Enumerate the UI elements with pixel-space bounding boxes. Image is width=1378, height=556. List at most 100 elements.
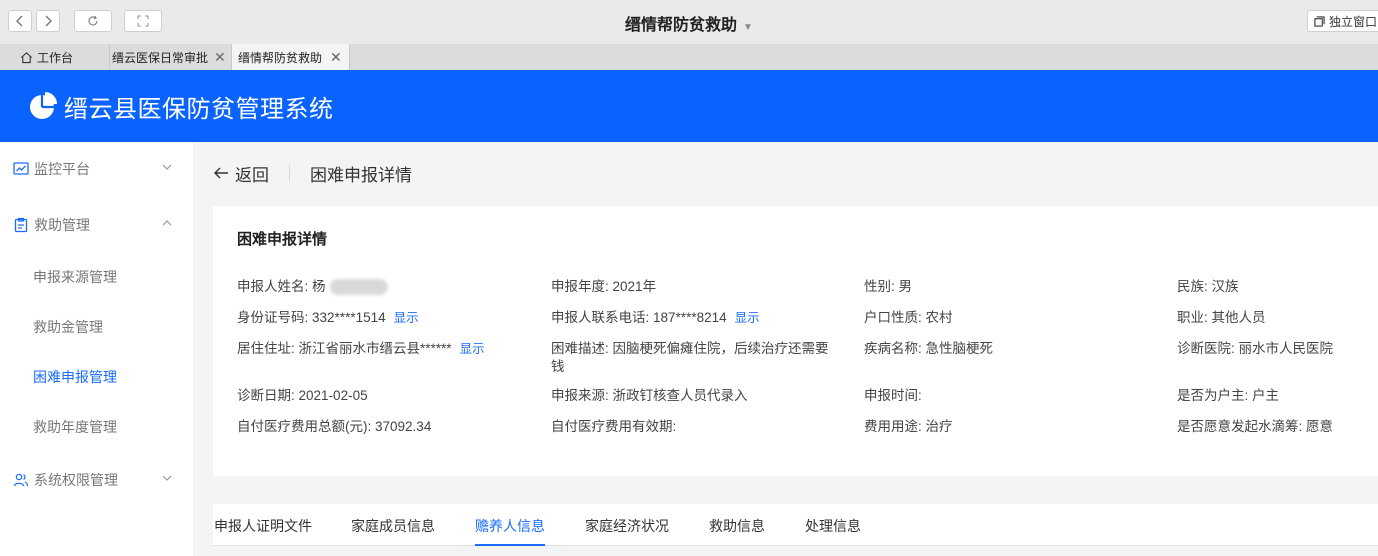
redacted-name-blur bbox=[329, 279, 388, 296]
tab-label: 家庭经济状况 bbox=[585, 518, 669, 534]
show-phone-link[interactable]: 显示 bbox=[735, 311, 760, 325]
field-label: 居住住址: bbox=[237, 341, 295, 356]
home-icon bbox=[21, 51, 32, 63]
sidebar-item-fund-management[interactable]: 救助金管理 bbox=[0, 307, 193, 347]
card-title: 困难申报详情 bbox=[237, 231, 328, 248]
field-value: 愿意 bbox=[1306, 419, 1334, 434]
standalone-window-button[interactable]: 独立窗口 bbox=[1307, 10, 1378, 32]
chevron-up-icon bbox=[162, 220, 172, 226]
sidebar-group-label: 系统权限管理 bbox=[34, 472, 118, 488]
chevron-down-icon bbox=[162, 164, 172, 170]
field-hospital: 诊断医院: 丽水市人民医院 bbox=[1177, 340, 1333, 358]
sidebar-item-label: 困难申报管理 bbox=[33, 369, 117, 385]
field-fee-usage: 费用用途: 治疗 bbox=[864, 418, 953, 436]
field-self-paid-validity: 自付医疗费用有效期: bbox=[551, 418, 676, 436]
clipboard-icon bbox=[14, 217, 28, 233]
sidebar-item-label: 申报来源管理 bbox=[33, 269, 117, 285]
field-id-number: 身份证号码: 332****1514 显示 bbox=[237, 309, 419, 327]
field-value: 浙政钉核查人员代录入 bbox=[612, 388, 748, 403]
tab-family-economy[interactable]: 家庭经济状况 bbox=[585, 516, 669, 546]
field-difficulty: 困难描述: 因脑梗死偏瘫住院，后续治疗还需要钱 bbox=[551, 340, 841, 376]
field-label: 职业: bbox=[1177, 310, 1208, 325]
back-button[interactable]: 返回 bbox=[213, 161, 269, 186]
page-header: 返回 困难申报详情 bbox=[213, 158, 412, 188]
window-title[interactable]: 缙情帮防贫救助 ▼ bbox=[0, 11, 1378, 35]
standalone-label: 独立窗口 bbox=[1329, 14, 1378, 29]
tab-supporter-info[interactable]: 赡养人信息 bbox=[475, 516, 545, 546]
tab-label: 赡养人信息 bbox=[475, 518, 545, 534]
browser-titlebar: 缙情帮防贫救助 ▼ 独立窗口 bbox=[0, 0, 1378, 44]
sidebar-group-monitoring[interactable]: 监控平台 bbox=[0, 149, 193, 189]
system-title: 缙云县医保防贫管理系统 bbox=[64, 95, 334, 123]
field-applicant-name: 申报人姓名: 杨 bbox=[237, 278, 388, 296]
field-ethnicity: 民族: 汉族 bbox=[1177, 278, 1239, 296]
sidebar-item-source-management[interactable]: 申报来源管理 bbox=[0, 257, 193, 297]
field-value: 农村 bbox=[925, 310, 953, 325]
field-year: 申报年度: 2021年 bbox=[551, 278, 656, 296]
field-label: 申报来源: bbox=[551, 388, 609, 403]
divider bbox=[289, 165, 290, 181]
field-report-time: 申报时间: bbox=[864, 387, 922, 405]
sidebar-item-label: 救助金管理 bbox=[33, 319, 103, 335]
field-occupation: 职业: 其他人员 bbox=[1177, 309, 1266, 327]
tab-label: 缙情帮防贫救助 bbox=[238, 50, 323, 65]
field-label: 身份证号码: bbox=[237, 310, 309, 325]
field-phone: 申报人联系电话: 187****8214 显示 bbox=[551, 309, 760, 327]
field-value: 2021-02-05 bbox=[298, 388, 368, 403]
tab-applicant-documents[interactable]: 申报人证明文件 bbox=[214, 516, 312, 546]
tab-processing-info[interactable]: 处理信息 bbox=[805, 516, 861, 546]
field-value: 37092.34 bbox=[375, 419, 432, 434]
field-value: 其他人员 bbox=[1211, 310, 1266, 325]
field-label: 户口性质: bbox=[864, 310, 922, 325]
field-value: 男 bbox=[898, 279, 913, 294]
field-label: 疾病名称: bbox=[864, 341, 922, 356]
close-icon[interactable]: ✕ bbox=[330, 49, 342, 66]
tab-label: 处理信息 bbox=[805, 518, 861, 534]
show-id-link[interactable]: 显示 bbox=[394, 311, 419, 325]
field-label: 是否为户主: bbox=[1177, 388, 1249, 403]
sidebar-item-year-management[interactable]: 救助年度管理 bbox=[0, 407, 193, 447]
tab-label: 申报人证明文件 bbox=[214, 518, 312, 534]
field-value: 浙江省丽水市缙云县****** bbox=[298, 341, 452, 356]
close-icon[interactable]: ✕ bbox=[214, 49, 226, 66]
field-label: 自付医疗费用总额(元): bbox=[237, 419, 372, 434]
tab-label: 工作台 bbox=[37, 50, 74, 65]
field-value: 治疗 bbox=[925, 419, 953, 434]
field-value: 187****8214 bbox=[653, 310, 727, 325]
field-value: 急性脑梗死 bbox=[925, 341, 994, 356]
field-label: 费用用途: bbox=[864, 419, 922, 434]
field-value: 332****1514 bbox=[312, 310, 386, 325]
field-label: 是否愿意发起水滴筹: bbox=[1177, 419, 1303, 434]
field-label: 诊断医院: bbox=[1177, 341, 1235, 356]
show-address-link[interactable]: 显示 bbox=[460, 342, 485, 356]
field-label: 申报年度: bbox=[551, 279, 609, 294]
sidebar-group-permissions[interactable]: 系统权限管理 bbox=[0, 460, 193, 500]
field-label: 申报人联系电话: bbox=[551, 310, 650, 325]
field-label: 申报时间: bbox=[864, 388, 922, 403]
tab-poverty-relief[interactable]: 缙情帮防贫救助 ✕ bbox=[232, 44, 350, 70]
tab-family-members[interactable]: 家庭成员信息 bbox=[351, 516, 435, 546]
sidebar-group-label: 救助管理 bbox=[34, 217, 90, 233]
field-self-paid-total: 自付医疗费用总额(元): 37092.34 bbox=[237, 418, 431, 436]
sidebar-group-relief[interactable]: 救助管理 bbox=[0, 205, 193, 245]
window-icon bbox=[1314, 15, 1325, 27]
tab-label: 救助信息 bbox=[709, 518, 765, 534]
field-label: 性别: bbox=[864, 279, 895, 294]
users-icon bbox=[13, 473, 29, 487]
detail-card: 困难申报详情 申报人姓名: 杨 申报年度: 2021年 性别: 男 民族: 汉族… bbox=[213, 206, 1378, 476]
field-label: 困难描述: bbox=[551, 341, 609, 356]
field-water-drop: 是否愿意发起水滴筹: 愿意 bbox=[1177, 418, 1333, 436]
field-value: 丽水市人民医院 bbox=[1238, 341, 1334, 356]
field-disease: 疾病名称: 急性脑梗死 bbox=[864, 340, 993, 358]
field-label: 诊断日期: bbox=[237, 388, 295, 403]
tab-label: 家庭成员信息 bbox=[351, 518, 435, 534]
field-head-of-household: 是否为户主: 户主 bbox=[1177, 387, 1279, 405]
sidebar-item-hardship-management[interactable]: 困难申报管理 bbox=[0, 357, 193, 397]
chevron-down-icon bbox=[162, 475, 172, 481]
monitor-chart-icon bbox=[13, 162, 29, 175]
tab-medical-approval[interactable]: 缙云医保日常审批 ✕ bbox=[110, 44, 232, 70]
field-value: 2021年 bbox=[612, 279, 657, 294]
tab-relief-info[interactable]: 救助信息 bbox=[709, 516, 765, 546]
arrow-left-icon bbox=[214, 167, 228, 179]
tab-workbench[interactable]: 工作台 bbox=[0, 44, 110, 70]
